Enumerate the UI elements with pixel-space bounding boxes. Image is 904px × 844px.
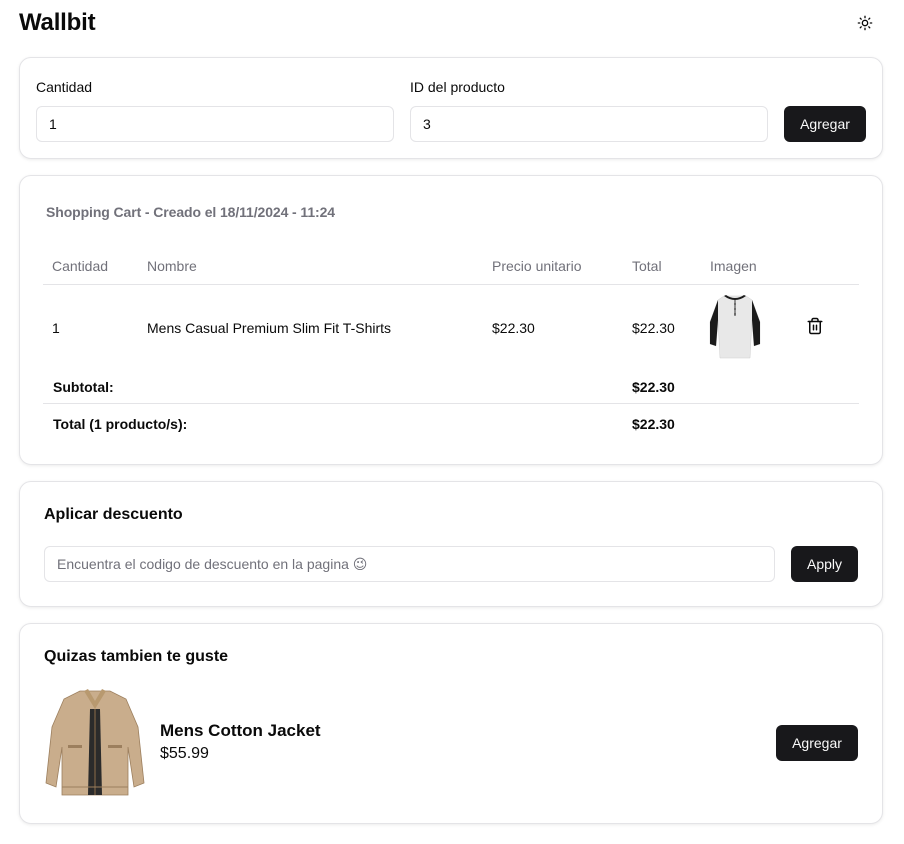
sun-icon	[857, 15, 873, 31]
subtotal-label: Subtotal:	[53, 379, 114, 395]
shopping-cart-card: Shopping Cart - Creado el 18/11/2024 - 1…	[19, 175, 883, 465]
quantity-label: Cantidad	[36, 79, 93, 95]
column-header-name: Nombre	[147, 258, 197, 274]
suggestion-card: Quizas tambien te guste Mens Cotton Jack…	[19, 623, 883, 824]
column-header-unit-price: Precio unitario	[492, 258, 582, 274]
suggested-product-name: Mens Cotton Jacket	[160, 721, 321, 740]
add-product-button[interactable]: Agregar	[784, 106, 866, 142]
column-header-image: Imagen	[710, 258, 757, 274]
add-suggested-product-button[interactable]: Agregar	[776, 725, 858, 761]
subtotal-value: $22.30	[632, 379, 675, 395]
column-header-quantity: Cantidad	[52, 258, 109, 274]
discount-heading: Aplicar descuento	[44, 506, 183, 523]
henley-shirt-image	[709, 295, 761, 359]
row-quantity: 1	[52, 320, 60, 336]
cart-caption: Shopping Cart - Creado el 18/11/2024 - 1…	[46, 204, 335, 220]
discount-code-input[interactable]: Encuentra el codigo de descuento en la p…	[44, 546, 775, 582]
quantity-input[interactable]: 1	[36, 106, 394, 142]
header-divider	[43, 284, 859, 285]
column-header-total: Total	[632, 258, 662, 274]
trash-icon[interactable]	[806, 317, 824, 335]
add-product-card: Cantidad 1 ID del producto 3 Agregar	[19, 57, 883, 159]
subtotal-divider	[43, 403, 859, 404]
row-total: $22.30	[632, 320, 675, 336]
row-unit-price: $22.30	[492, 320, 535, 336]
total-label: Total (1 producto/s):	[53, 416, 188, 432]
theme-toggle-button[interactable]	[851, 9, 879, 37]
total-value: $22.30	[632, 416, 675, 432]
row-product-name: Mens Casual Premium Slim Fit T-Shirts	[147, 320, 392, 336]
apply-discount-button[interactable]: Apply	[791, 546, 858, 582]
suggested-product-price: $55.99	[160, 745, 209, 762]
discount-card: Aplicar descuento Encuentra el codigo de…	[19, 481, 883, 607]
app-title: Wallbit	[19, 9, 96, 36]
cotton-jacket-image	[45, 689, 145, 796]
product-id-label: ID del producto	[410, 79, 505, 95]
product-id-input[interactable]: 3	[410, 106, 768, 142]
suggestion-heading: Quizas tambien te guste	[44, 648, 229, 665]
